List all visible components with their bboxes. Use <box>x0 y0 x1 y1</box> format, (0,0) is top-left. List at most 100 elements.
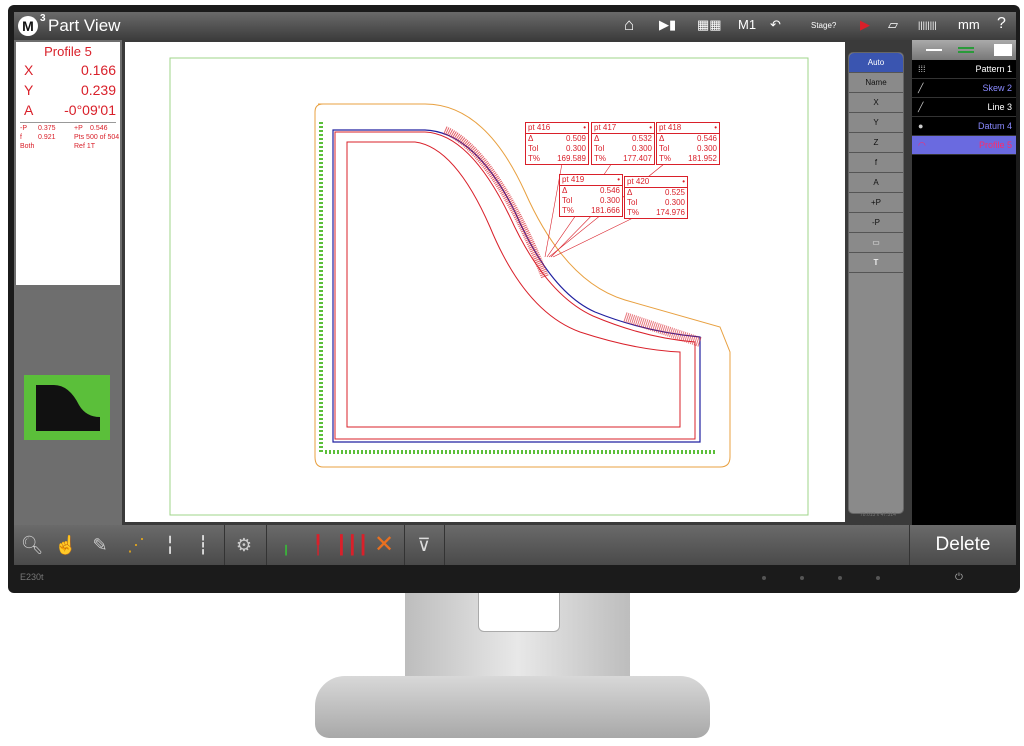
pattern-icon: ⁞⁞⁞ <box>918 64 926 74</box>
arc-icon: ◠ <box>918 140 926 150</box>
x-button[interactable]: X <box>849 93 903 113</box>
clear-markers-icon[interactable]: ✕ <box>370 531 398 559</box>
m1-button[interactable]: M1 <box>738 17 756 32</box>
tol-label: Tol <box>562 196 573 205</box>
help-button[interactable]: ? <box>997 15 1006 33</box>
tpct-label: T% <box>594 154 606 163</box>
delta-value: 0.525 <box>664 188 685 197</box>
delta-value: 0.546 <box>696 134 717 143</box>
power-icon[interactable]: ⏻ <box>955 572 963 583</box>
table-icon[interactable]: ▦▦ <box>697 17 722 33</box>
delta-value: 0.546 <box>599 186 620 195</box>
feature-list-panel: ⁞⁞⁞ Pattern 1 ╱ Skew 2 ╱ Line 3 ● Datum 4 ◠ P… <box>912 40 1016 532</box>
feature-item-selected[interactable]: ◠ Profile 5 <box>912 136 1016 155</box>
monitor-button[interactable] <box>838 576 842 580</box>
stage-button[interactable]: Stage? <box>811 21 836 30</box>
zoom-icon[interactable]: 🔍︎ <box>18 531 46 559</box>
stand-cutout <box>478 593 560 632</box>
detail-label: -P <box>20 125 27 132</box>
line-icon: ╱ <box>918 102 924 112</box>
short-probe-icon[interactable]: ╎ <box>156 531 184 559</box>
point-annotation[interactable]: pt 420 • Δ 0.525 Tol 0.300 T% 174.976 <box>624 176 688 219</box>
x-value: 0.166 <box>80 62 116 78</box>
t-button[interactable]: T <box>849 253 903 273</box>
probe-icon[interactable]: ▶ <box>860 17 870 33</box>
title-bar: M 3 Part View ⌂ ▶▮ ▦▦ M1 ↶ Stage? ▶ ▱ ||… <box>14 12 1016 40</box>
monitor-button[interactable] <box>762 576 766 580</box>
tolerance-box-button[interactable]: ▭ <box>849 233 903 253</box>
part-view-canvas[interactable]: pt 416 • Δ 0.509 Tol 0.300 T% 169.589 pt 417… <box>125 42 845 522</box>
point-annotation[interactable]: pt 417 • Δ 0.532 Tol 0.300 T% 177.407 <box>591 122 655 165</box>
monitor-model: E230t <box>20 572 44 582</box>
point-name: pt 419 <box>562 175 585 184</box>
a-button[interactable]: A <box>849 173 903 193</box>
monitor-stand-base <box>315 676 710 738</box>
video-icon[interactable]: ▶▮ <box>659 17 676 33</box>
undo-icon[interactable]: ↶ <box>770 17 781 33</box>
delta-label: Δ <box>562 186 568 195</box>
delete-button[interactable]: Delete <box>909 525 1016 565</box>
tpct-label: T% <box>562 206 574 215</box>
tpct-label: T% <box>659 154 671 163</box>
long-probe-icon[interactable]: ┆ <box>189 531 217 559</box>
feature-item[interactable]: ╱ Line 3 <box>912 98 1016 117</box>
tol-value: 0.300 <box>599 196 620 205</box>
touch-icon[interactable]: ☝ <box>52 531 80 559</box>
green-marker-icon[interactable]: ╷ <box>272 531 300 559</box>
feature-item[interactable]: ╱ Skew 2 <box>912 79 1016 98</box>
monitor-button[interactable] <box>876 576 880 580</box>
part-thumbnail[interactable] <box>24 375 110 440</box>
delta-label: Δ <box>659 134 665 143</box>
delta-value: 0.509 <box>565 134 586 143</box>
stage-icon[interactable]: ▱ <box>888 17 898 33</box>
tol-label: Tol <box>528 144 539 153</box>
monitor-button[interactable] <box>800 576 804 580</box>
divider <box>266 525 267 565</box>
tpct-value: 181.952 <box>688 154 717 163</box>
tol-value: 0.300 <box>664 198 685 207</box>
tol-value: 0.300 <box>696 144 717 153</box>
feature-label: Pattern 1 <box>975 64 1012 74</box>
units-button[interactable]: mm <box>958 17 980 32</box>
delta-label: Δ <box>528 134 534 143</box>
a-value: -0°09'01 <box>64 102 116 118</box>
tol-value: 0.300 <box>565 144 586 153</box>
fit-tolerance-icon[interactable]: ⋰ <box>122 531 150 559</box>
pen-icon[interactable]: ✎ <box>86 531 114 559</box>
plus-p-button[interactable]: +P <box>849 193 903 213</box>
window-title: Part View <box>48 16 121 35</box>
minus-p-button[interactable]: -P <box>849 213 903 233</box>
ruler-icon[interactable]: |||||||| <box>918 20 937 30</box>
multi-marker-icon[interactable]: ┃┃┃ <box>336 531 369 559</box>
tpct-value: 181.666 <box>591 206 620 215</box>
tpct-value: 174.976 <box>656 208 685 217</box>
feature-name: Profile 5 <box>44 44 92 59</box>
home-icon[interactable]: ⌂ <box>624 15 634 35</box>
auto-button[interactable]: Auto <box>849 53 903 73</box>
bottom-toolbar: 🔍︎ ☝ ✎ ⋰ ╎ ┆ ⚙ ╷ ╿ ┃┃┃ ✕ ⊽ Delete <box>14 525 1016 565</box>
app-logo: M <box>18 16 38 36</box>
tpct-value: 177.407 <box>623 154 652 163</box>
screen: M 3 Part View ⌂ ▶▮ ▦▦ M1 ↶ Stage? ▶ ▱ ||… <box>14 12 1016 565</box>
single-line-view-icon[interactable] <box>926 49 942 51</box>
left-panel: Profile 5 X 0.166 Y 0.239 A -0°09'01 -P … <box>14 40 122 532</box>
feature-item[interactable]: ● Datum 4 <box>912 117 1016 136</box>
point-annotation[interactable]: pt 416 • Δ 0.509 Tol 0.300 T% 169.589 <box>525 122 589 165</box>
point-annotation[interactable]: pt 419 • Δ 0.546 Tol 0.300 T% 181.666 <box>559 174 623 217</box>
y-button[interactable]: Y <box>849 113 903 133</box>
detail-label: Both <box>20 143 35 150</box>
point-name: pt 420 <box>627 177 650 186</box>
line-icon: ╱ <box>918 83 924 93</box>
red-marker-icon[interactable]: ╿ <box>304 531 332 559</box>
divider <box>20 122 116 123</box>
funnel-circle-icon[interactable]: ⊽ <box>410 531 438 559</box>
name-button[interactable]: Name <box>849 73 903 93</box>
feature-item[interactable]: ⁞⁞⁞ Pattern 1 <box>912 60 1016 79</box>
gear-icon[interactable]: ⚙ <box>230 531 258 559</box>
app-logo-sup: 3 <box>40 13 46 24</box>
f-button[interactable]: f <box>849 153 903 173</box>
point-annotation[interactable]: pt 418 • Δ 0.546 Tol 0.300 T% 181.952 <box>656 122 720 165</box>
z-button[interactable]: Z <box>849 133 903 153</box>
block-view-icon[interactable] <box>994 44 1012 56</box>
double-line-view-icon[interactable] <box>958 47 974 49</box>
